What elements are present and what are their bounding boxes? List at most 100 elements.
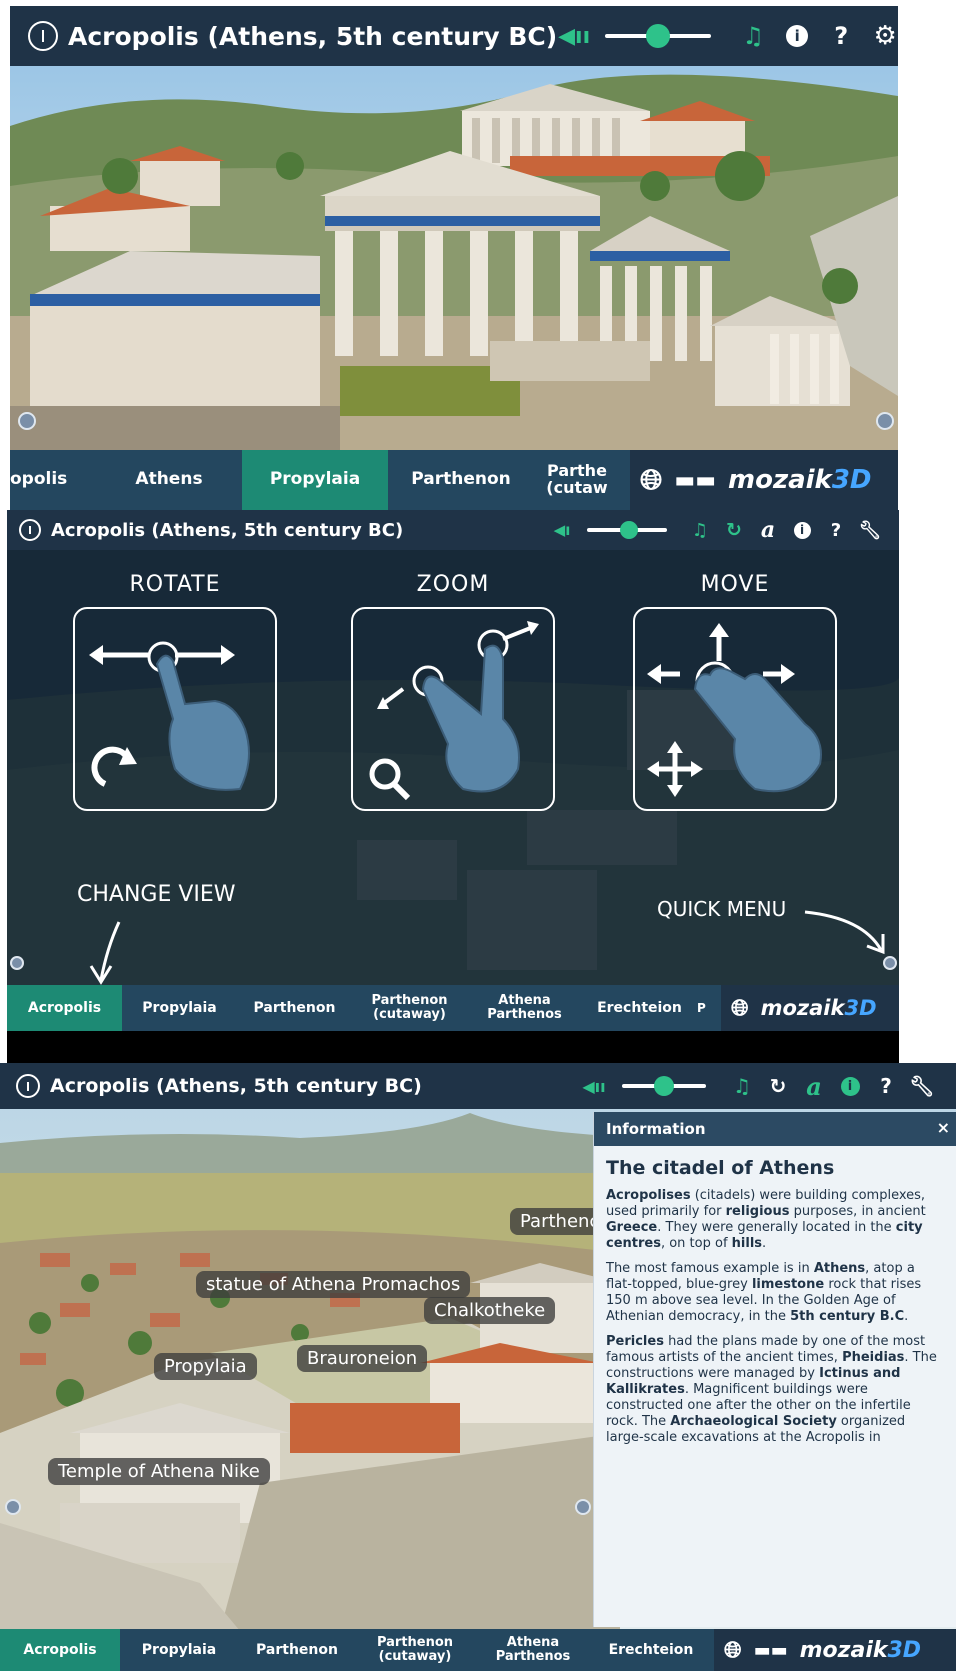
black-strip [7, 1031, 899, 1063]
move-hand-icon [647, 623, 822, 797]
gesture-zoom-title: ZOOM [416, 572, 490, 597]
close-icon[interactable]: × [937, 1118, 950, 1137]
top-bar-3: Acropolis (Athens, 5th century BC) ◀ıı ♫… [0, 1063, 956, 1109]
information-body: The citadel of Athens Acropolises (citad… [594, 1146, 956, 1463]
mozaik3d-logo-2: mozaik3D [760, 996, 877, 1020]
help-icon-2[interactable]: ? [819, 520, 853, 541]
information-paragraph-3: Pericles had the plans made by one of th… [606, 1334, 937, 1445]
scene-tab-bar: opolis Athens Propylaia Parthenon Parthe… [10, 450, 898, 510]
brand-area-2: 🌐︎ mozaik3D [721, 985, 899, 1031]
scene-tab-bar-2: Acropolis Propylaia Parthenon Parthenon … [7, 985, 899, 1031]
volume-slider-knob-3[interactable] [654, 1076, 674, 1096]
tab-propylaia-2[interactable]: Propylaia [122, 985, 237, 1031]
toolbar: ◀ıı ♫ i ? ⚙ [557, 21, 898, 51]
tab-parthenon-cutaway-3[interactable]: Parthenon (cutaway) [356, 1629, 474, 1671]
label-propylaia[interactable]: Propylaia [154, 1353, 257, 1380]
text-annotation-icon[interactable]: a [751, 517, 785, 543]
view-marker-right-2[interactable] [883, 956, 897, 970]
music-icon-3[interactable]: ♫ [724, 1074, 760, 1098]
music-icon-2[interactable]: ♫ [683, 520, 717, 541]
information-paragraph-1: Acropolises (citadels) were building com… [606, 1188, 926, 1251]
info-icon[interactable]: i [775, 25, 819, 47]
label-temple-athena-nike[interactable]: Temple of Athena Nike [48, 1458, 270, 1485]
globe-icon[interactable]: 🌐︎ [640, 463, 662, 497]
gesture-rotate-box [73, 607, 277, 811]
help-icon-3[interactable]: ? [868, 1074, 904, 1098]
globe-icon-3[interactable]: 🌐︎ [724, 1638, 742, 1663]
label-brauroneion[interactable]: Brauroneion [297, 1345, 428, 1372]
tab-parthenon[interactable]: Parthenon [388, 450, 534, 510]
volume-slider[interactable] [605, 24, 712, 48]
view-marker-left-3[interactable] [5, 1499, 21, 1515]
tab-propylaia-3[interactable]: Propylaia [120, 1629, 238, 1671]
volume-slider-3[interactable] [622, 1076, 706, 1096]
volume-slider-knob[interactable] [646, 24, 671, 48]
tab-propylaia[interactable]: Propylaia [242, 450, 388, 510]
mozaik3d-logo-3: mozaik3D [799, 1637, 922, 1663]
tab-athena-parthenos-2[interactable]: Athena Parthenos [467, 985, 582, 1031]
app-title: Acropolis (Athens, 5th century BC) [68, 21, 558, 51]
zoom-hand-icon [369, 621, 539, 801]
wrench-icon-3[interactable]: 🔧︎ [904, 1074, 940, 1098]
tab-erechteion-3[interactable]: Erechteion [592, 1629, 710, 1671]
tab-acropolis-3[interactable]: Acropolis [0, 1629, 120, 1671]
view-marker-right-3[interactable] [575, 1499, 591, 1515]
volume-slider-2[interactable] [587, 521, 667, 539]
top-bar: Acropolis (Athens, 5th century BC) ◀ıı ♫… [10, 6, 898, 66]
toolbar-3: ◀ıı ♫ ↻ a i ? 🔧︎ [580, 1072, 940, 1101]
tab-erechteion-2[interactable]: Erechteion [582, 985, 697, 1031]
tab-parthenon-3[interactable]: Parthenon [238, 1629, 356, 1671]
information-header: Information × [594, 1112, 956, 1146]
information-heading: The citadel of Athens [606, 1157, 835, 1179]
gesture-move: MOVE [631, 572, 839, 811]
tab-parthenon-cutaway-partial[interactable]: Parthe (cutaw [534, 450, 620, 510]
info-icon-3[interactable]: i [832, 1076, 868, 1096]
music-icon[interactable]: ♫ [731, 22, 775, 50]
view-marker-right[interactable] [876, 412, 894, 430]
label-athena-promachos[interactable]: statue of Athena Promachos [196, 1271, 471, 1298]
toolbar-2: ◀ı ♫ ↻ a i ? 🔧︎ [549, 517, 887, 543]
view-marker-left[interactable] [18, 412, 36, 430]
panel-3-info-view: Parthenc statue of Athena Promachos Chal… [0, 1063, 956, 1671]
gesture-rotate: ROTATE [71, 572, 279, 811]
volume-slider-knob-2[interactable] [619, 521, 638, 539]
power-icon-3[interactable] [16, 1074, 40, 1098]
quick-menu-arrow [804, 910, 885, 955]
gesture-zoom: ZOOM [349, 572, 557, 811]
info-icon-2[interactable]: i [785, 521, 819, 539]
brand-area: 🌐︎ ▬▬ mozaik3D [630, 450, 898, 510]
tab-parthenon-2[interactable]: Parthenon [237, 985, 352, 1031]
vr-headset-icon[interactable]: ▬▬ [674, 468, 716, 493]
tab-athens[interactable]: Athens [96, 450, 242, 510]
tab-partial-2[interactable]: P [697, 985, 717, 1031]
reset-view-icon-3[interactable]: ↻ [760, 1074, 796, 1098]
vr-headset-icon-3[interactable]: ▬▬ [754, 1640, 788, 1661]
power-icon-2[interactable] [19, 519, 41, 541]
tab-athena-parthenos-3[interactable]: Athena Parthenos [474, 1629, 592, 1671]
app-title-3: Acropolis (Athens, 5th century BC) [50, 1075, 422, 1097]
globe-icon-2[interactable]: 🌐︎ [731, 996, 749, 1021]
panel-1-scene-view: Acropolis (Athens, 5th century BC) ◀ıı ♫… [10, 6, 898, 510]
information-panel: Information × The citadel of Athens Acro… [593, 1112, 956, 1627]
view-marker-left-2[interactable] [10, 956, 24, 970]
settings-gear-icon[interactable]: ⚙ [863, 21, 898, 51]
text-annotation-icon-3[interactable]: a [796, 1072, 832, 1101]
help-icon[interactable]: ? [819, 22, 863, 50]
wrench-icon[interactable]: 🔧︎ [853, 520, 887, 541]
mozaik3d-logo: mozaik3D [727, 465, 872, 495]
panel-2-gesture-help: Acropolis (Athens, 5th century BC) ◀ı ♫ … [7, 510, 899, 1063]
tab-acropolis-2[interactable]: Acropolis [7, 985, 122, 1031]
volume-icon-3[interactable]: ◀ıı [580, 1077, 608, 1096]
power-icon[interactable] [28, 21, 58, 51]
tab-parthenon-cutaway-2[interactable]: Parthenon (cutaway) [352, 985, 467, 1031]
app-title-2: Acropolis (Athens, 5th century BC) [51, 519, 404, 541]
reset-view-icon[interactable]: ↻ [717, 519, 751, 541]
volume-icon-2[interactable]: ◀ı [549, 521, 575, 539]
tab-acropolis-partial[interactable]: opolis [10, 450, 96, 510]
change-view-hint: CHANGE VIEW [77, 882, 236, 907]
information-header-title: Information [606, 1120, 706, 1138]
label-chalkotheke[interactable]: Chalkotheke [424, 1297, 556, 1324]
volume-icon[interactable]: ◀ıı [557, 24, 591, 49]
gesture-rotate-title: ROTATE [129, 572, 221, 597]
scene-3d-acropolis-closeup[interactable] [10, 66, 898, 450]
